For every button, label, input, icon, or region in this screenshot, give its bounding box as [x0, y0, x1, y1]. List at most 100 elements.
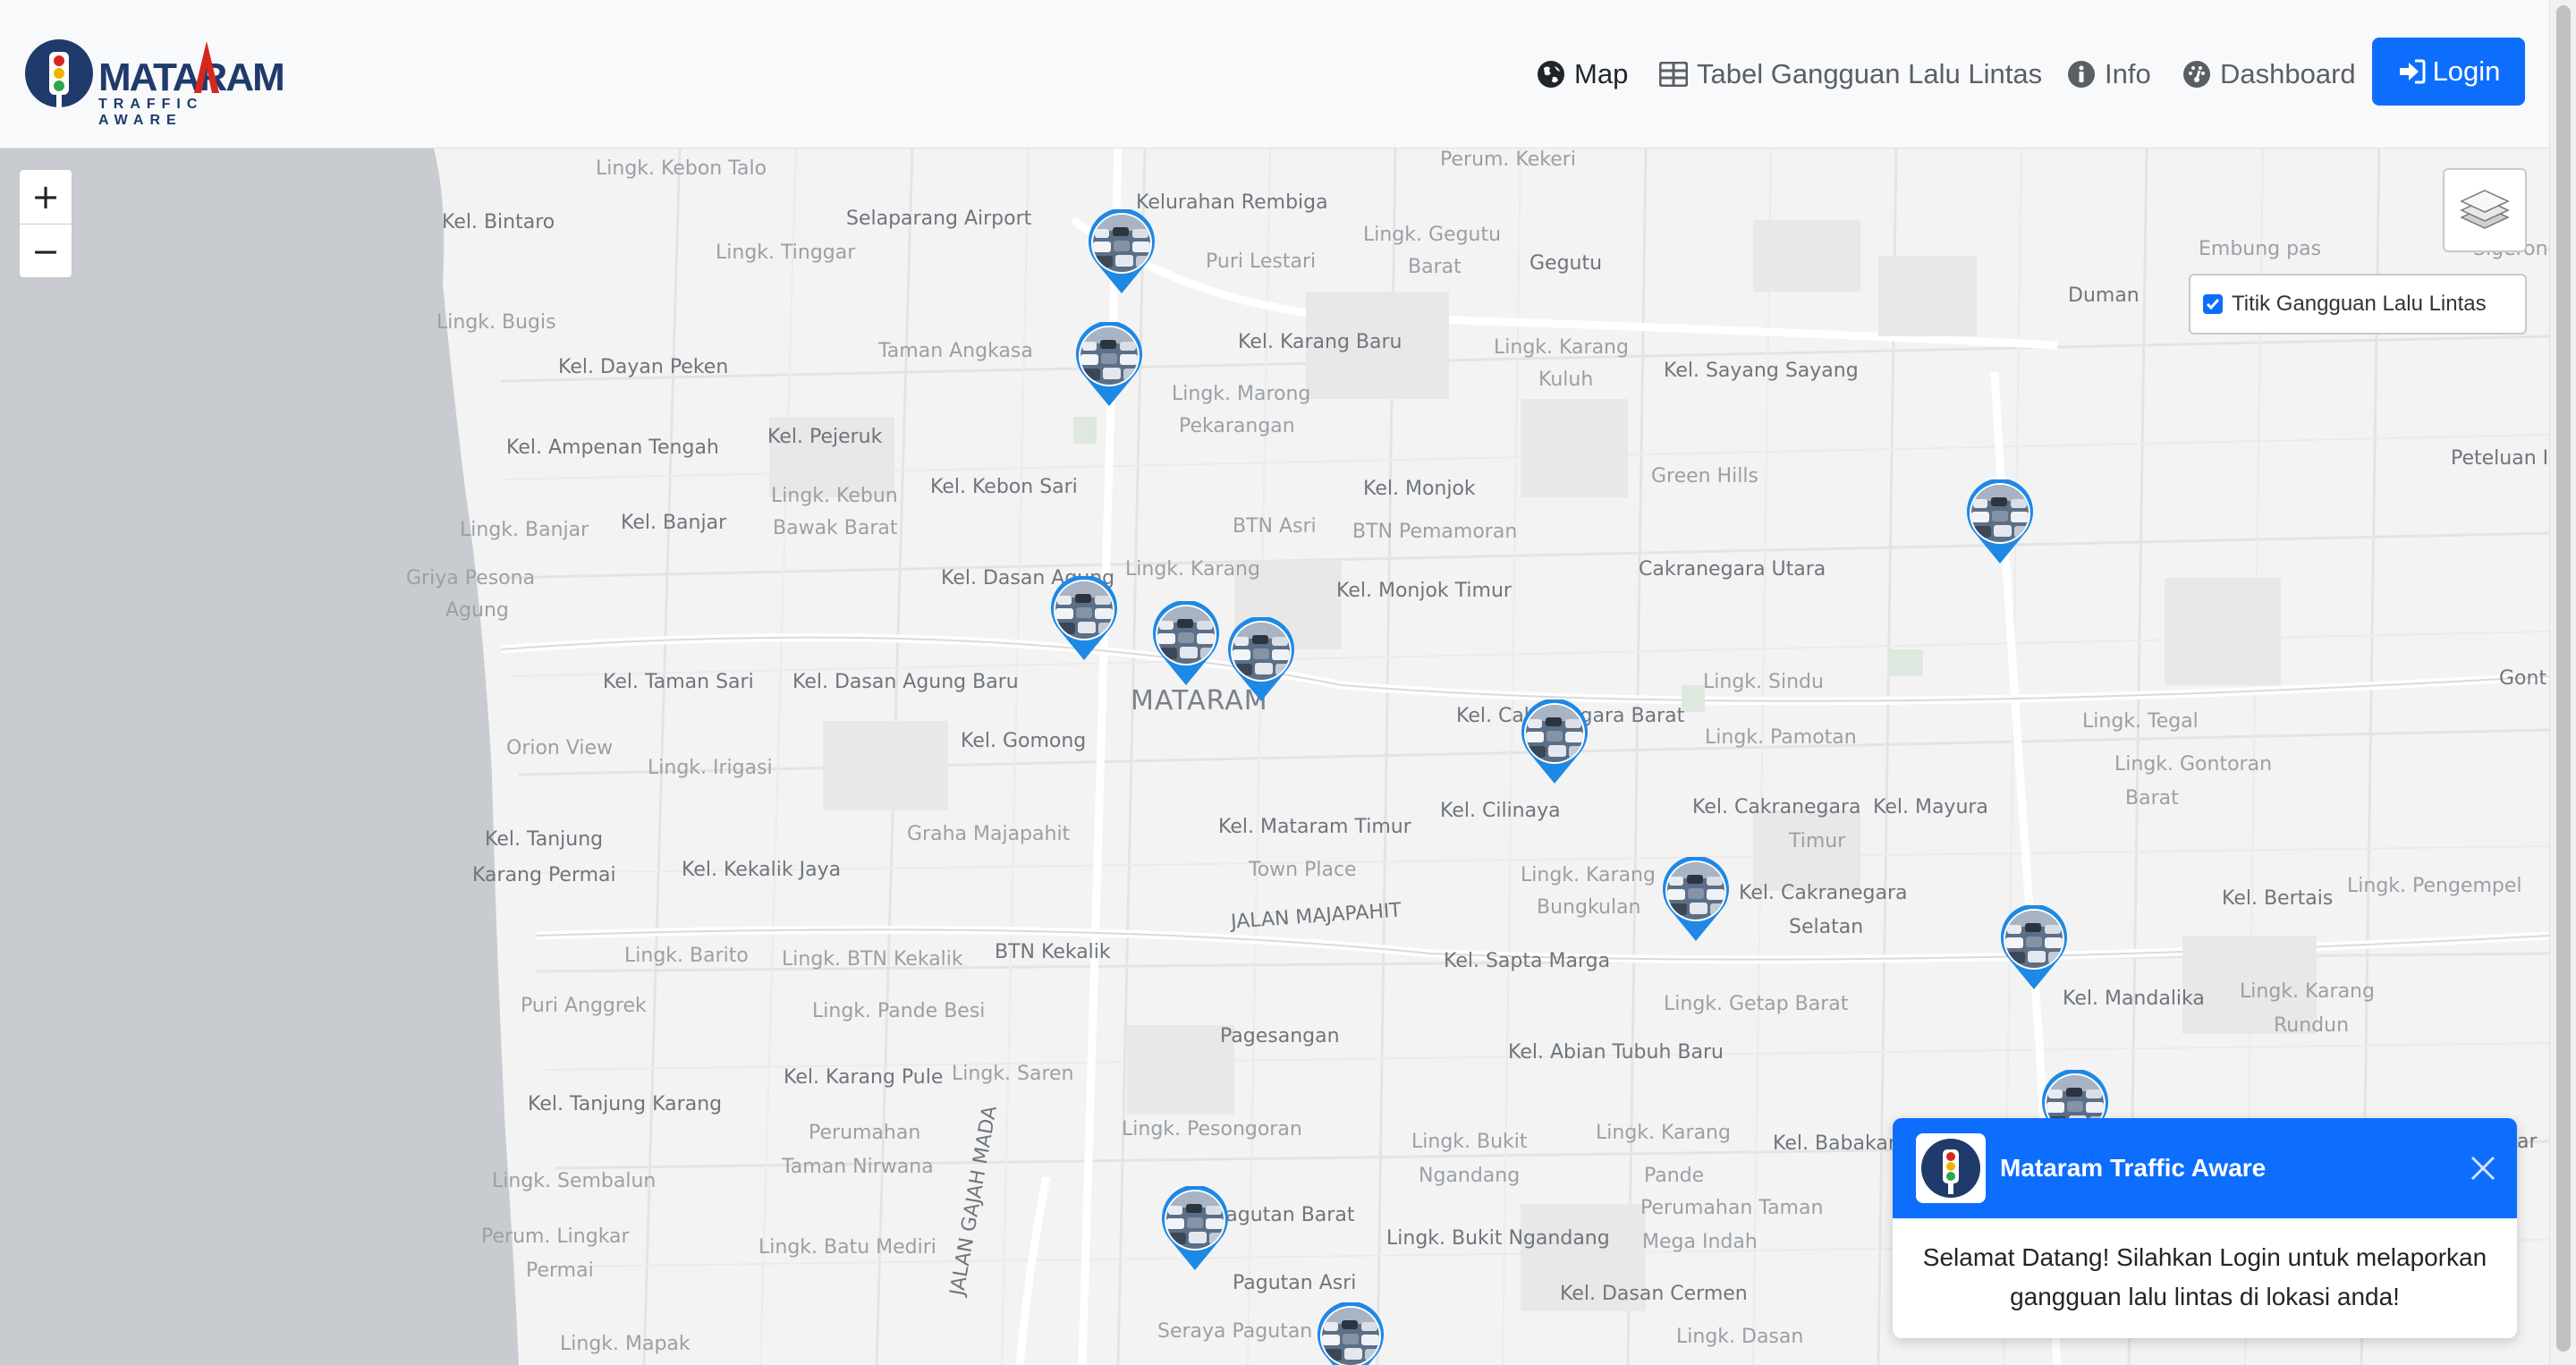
traffic-marker-icon[interactable]: [1660, 857, 1732, 943]
map-label: Kel. Mayura: [1873, 796, 1988, 818]
map-label: Graha Majapahit: [907, 823, 1071, 845]
traffic-marker-icon[interactable]: [1225, 617, 1297, 703]
traffic-marker-icon[interactable]: [1150, 601, 1222, 687]
map-label: Barat: [1408, 256, 1462, 278]
map-label: Kel. Dasan Agung Baru: [792, 671, 1019, 693]
map-label: Griya Pesona: [406, 567, 536, 589]
map-label: Kel. Sapta Marga: [1444, 950, 1611, 972]
map-label: Pagutan Asri: [1233, 1272, 1357, 1294]
map-label: Lingk. Pengempel: [2347, 875, 2522, 897]
map-label: Puri Lestari: [1206, 250, 1317, 273]
map-label: Lingk. Karang: [1125, 558, 1260, 581]
map-label: Green Hills: [1651, 465, 1758, 488]
map-label: Kel. Pejeruk: [767, 426, 883, 448]
map-label: Pekarangan: [1179, 415, 1295, 437]
map-label: Timur: [1789, 830, 1846, 852]
map-label: Kel. Ampenan Tengah: [506, 437, 719, 459]
map-label: Kel. Karang Pule: [784, 1066, 944, 1089]
layer-label[interactable]: Titik Gangguan Lalu Lintas: [2232, 292, 2487, 317]
map-label: Lingk. Tegal: [2082, 710, 2199, 733]
login-button[interactable]: Login: [2372, 38, 2525, 106]
map-label: Perum. Lingkar: [481, 1225, 630, 1248]
nav-dashboard-label: Dashboard: [2220, 58, 2356, 89]
zoom-out-button[interactable]: −: [20, 225, 72, 278]
map-label: Lingk. Irigasi: [648, 757, 773, 779]
map-label: Permai: [526, 1259, 594, 1282]
toast-logo-icon: [1916, 1133, 1986, 1203]
map-label: Pagesangan: [1220, 1025, 1340, 1047]
toast-header: Mataram Traffic Aware: [1893, 1118, 2517, 1218]
map-label: Lingk. Kebon Talo: [596, 157, 767, 180]
brand-subtitle: TRAFFIC AWARE: [98, 97, 204, 128]
map-label: Bungkulan: [1537, 896, 1641, 919]
brand-logo[interactable]: MATARAM TRAFFIC AWARE: [25, 39, 293, 128]
nav-dashboard[interactable]: Dashboard: [2182, 52, 2356, 97]
map-label: Lingk. Bukit Ngandang: [1386, 1227, 1610, 1250]
map-label: Kel. Karang Baru: [1238, 331, 1402, 353]
map-label: Lingk. Tinggar: [716, 242, 856, 264]
map-label: BTN Kekalik: [995, 941, 1111, 963]
map-label: Lingk. Pesongoran: [1122, 1118, 1302, 1140]
toast-message: Selamat Datang! Silahkan Login untuk mel…: [1893, 1218, 2517, 1336]
map-label: Cakranegara Utara: [1639, 558, 1826, 581]
toast-message-line: Selamat Datang! Silahkan Login untuk mel…: [1922, 1243, 2487, 1271]
map-label: Kel. Monjok Timur: [1336, 580, 1512, 602]
traffic-marker-icon[interactable]: [1519, 699, 1590, 785]
traffic-marker-icon[interactable]: [1998, 905, 2070, 991]
map-label: Lingk. Gontoran: [2114, 753, 2273, 776]
nav-table[interactable]: Tabel Gangguan Lalu Lintas: [1659, 52, 2042, 97]
map-label: Lingk. Kebun: [771, 485, 898, 507]
map-label: Kel. Kebon Sari: [930, 476, 1078, 498]
map-label: Lingk. Karang: [2240, 980, 2375, 1003]
traffic-marker-icon[interactable]: [1159, 1186, 1231, 1272]
map-label: Lingk. Karang: [1494, 336, 1629, 359]
map-label: Lingk. Banjar: [460, 519, 589, 541]
layers-icon: [2460, 190, 2510, 229]
nav-map[interactable]: Map: [1537, 52, 1628, 97]
close-icon[interactable]: [2465, 1150, 2501, 1186]
map-label: Seraya Pagutan: [1157, 1320, 1313, 1343]
gauge-icon: [2183, 61, 2210, 88]
map-label: Rundun: [2274, 1014, 2350, 1037]
page-scrollbar[interactable]: [2549, 0, 2576, 1365]
map-label: Kel. Tanjung: [485, 828, 604, 851]
map-label: Kel. Gomong: [961, 730, 1087, 752]
nav-map-label: Map: [1574, 58, 1629, 89]
map-label: Kel. Banjar: [621, 512, 727, 534]
map-label: Kel. Babakan: [1773, 1132, 1901, 1155]
traffic-marker-icon[interactable]: [1964, 479, 2036, 565]
traffic-marker-icon[interactable]: [1086, 209, 1157, 295]
map-label: Orion View: [506, 737, 614, 759]
traffic-marker-icon[interactable]: [1315, 1302, 1386, 1365]
map-label: BTN Asri: [1233, 515, 1317, 538]
scrollbar-thumb[interactable]: [2556, 5, 2571, 1352]
map-label: Lingk. Pamotan: [1705, 726, 1857, 749]
map-label: Perumahan: [809, 1122, 921, 1144]
zoom-in-button[interactable]: +: [20, 170, 72, 225]
traffic-marker-icon[interactable]: [1073, 322, 1145, 408]
brand-monument-icon: [194, 41, 219, 93]
map-label: Bawak Barat: [773, 517, 898, 539]
map-label: Gont: [2499, 667, 2547, 690]
sign-in-icon: [2399, 59, 2426, 84]
page: MATARAM TRAFFIC AWARE Map Tabel Gangguan…: [0, 0, 2549, 1365]
layer-checkbox[interactable]: [2203, 294, 2223, 314]
map-label: Kel. Bertais: [2222, 887, 2334, 910]
map-label: Kel. Mandalika: [2063, 988, 2205, 1010]
nav-info[interactable]: Info: [2067, 52, 2151, 97]
map-label: Lingk. Gegutu: [1363, 224, 1502, 246]
map-label: Agung: [445, 599, 509, 622]
map-label: Lingk. Barito: [624, 945, 749, 967]
traffic-marker-icon[interactable]: [1048, 576, 1120, 662]
map-label: Kel. Kekalik Jaya: [682, 859, 842, 881]
map-label: Kel. Monjok: [1363, 478, 1476, 500]
map-label: Lingk. Dasan: [1676, 1326, 1804, 1348]
map-label: Mega Indah: [1642, 1231, 1758, 1253]
zoom-control: + −: [18, 168, 73, 279]
map-label: Kel. Dasan Cermen: [1560, 1283, 1748, 1305]
table-icon: [1659, 62, 1688, 87]
globe-icon: [1538, 61, 1564, 88]
traffic-light-logo-icon: [25, 39, 93, 107]
map-label: Kel. Cakranegara: [1739, 882, 1908, 904]
layers-button[interactable]: [2443, 168, 2527, 252]
